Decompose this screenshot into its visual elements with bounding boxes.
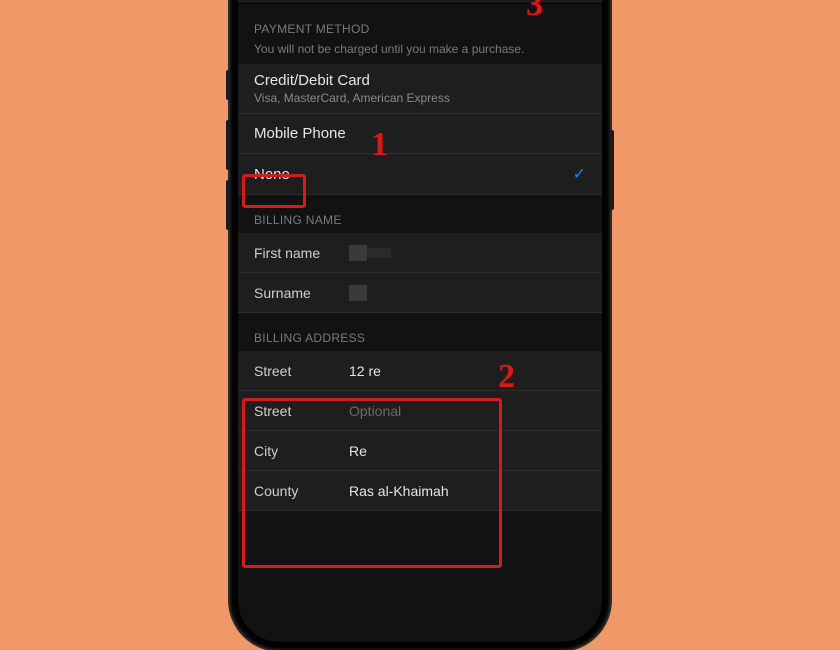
credit-card-title: Credit/Debit Card — [254, 72, 370, 89]
payment-method-header: PAYMENT METHOD — [238, 4, 602, 42]
redacted-value — [367, 248, 391, 258]
street2-placeholder: Optional — [349, 403, 401, 419]
city-label: City — [254, 443, 349, 459]
payment-method-sub: You will not be charged until you make a… — [238, 42, 602, 64]
street-label: Street — [254, 363, 349, 379]
surname-label: Surname — [254, 285, 349, 301]
city-value: Re — [349, 443, 367, 459]
side-button — [226, 70, 230, 100]
screen: Back Country/Region Next PAYMENT METHOD … — [238, 0, 602, 642]
side-button — [610, 130, 614, 210]
payment-option-credit[interactable]: Credit/Debit Card Visa, MasterCard, Amer… — [238, 64, 602, 114]
county-field[interactable]: County Ras al-Khaimah — [238, 471, 602, 511]
street2-label: Street — [254, 403, 349, 419]
mobile-phone-label: Mobile Phone — [254, 125, 346, 142]
navbar: Back Country/Region Next — [238, 0, 602, 4]
county-label: County — [254, 483, 349, 499]
street-field[interactable]: Street 12 re — [238, 351, 602, 391]
surname-field[interactable]: Surname — [238, 273, 602, 313]
checkmark-icon: ✓ — [573, 164, 586, 184]
billing-name-header: BILLING NAME — [238, 195, 602, 233]
first-name-label: First name — [254, 245, 349, 261]
first-name-field[interactable]: First name — [238, 233, 602, 273]
credit-card-sub: Visa, MasterCard, American Express — [254, 91, 450, 105]
redacted-value — [349, 285, 367, 301]
phone-frame: Back Country/Region Next PAYMENT METHOD … — [230, 0, 610, 650]
redacted-value — [349, 245, 367, 261]
payment-option-none[interactable]: None ✓ — [238, 154, 602, 195]
content-scroll[interactable]: Back Country/Region Next PAYMENT METHOD … — [238, 0, 602, 642]
side-button — [226, 180, 230, 230]
county-value: Ras al-Khaimah — [349, 483, 449, 499]
street-value: 12 re — [349, 363, 381, 379]
none-label: None — [254, 166, 290, 183]
city-field[interactable]: City Re — [238, 431, 602, 471]
street2-field[interactable]: Street Optional — [238, 391, 602, 431]
billing-address-header: BILLING ADDRESS — [238, 313, 602, 351]
side-button — [226, 120, 230, 170]
payment-option-mobile[interactable]: Mobile Phone — [238, 114, 602, 154]
